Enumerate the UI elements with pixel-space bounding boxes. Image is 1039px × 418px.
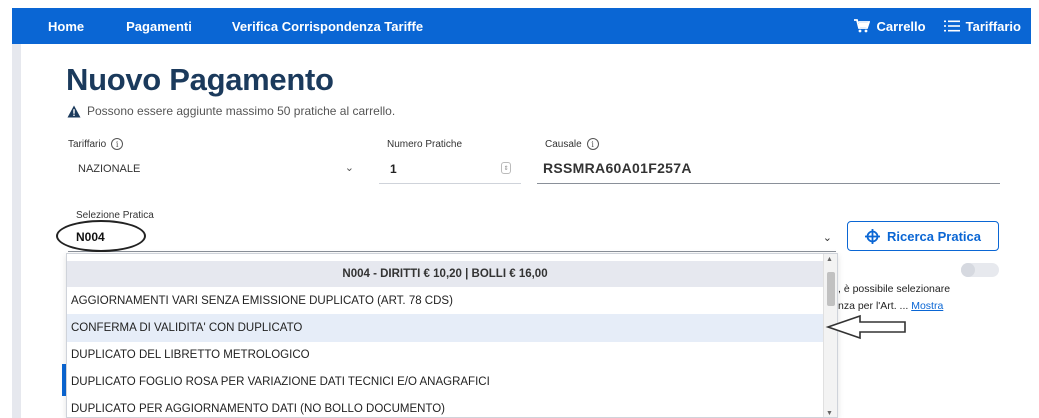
selezione-pratica-label-text: Selezione Pratica [76,210,154,221]
list-icon [943,20,960,32]
stepper-icon[interactable]: ⇕ [501,162,511,174]
warning-message: Possono essere aggiunte massimo 50 prati… [67,104,395,118]
chevron-down-icon: ⌄ [344,162,354,174]
selezione-pratica-label: Selezione Pratica [76,210,154,221]
left-rail [12,44,21,418]
right-info-text: nza per l'Art. ... [838,300,909,312]
nav-link-pagamenti[interactable]: Pagamenti [126,19,192,34]
dropdown-option[interactable]: DUPLICATO FOGLIO ROSA PER VARIAZIONE DAT… [67,368,823,396]
scroll-up-icon[interactable]: ▲ [826,256,833,263]
cart-label: Carrello [876,18,926,34]
cart-button[interactable]: Carrello [854,18,926,34]
top-navbar: Home Pagamenti Verifica Corrispondenza T… [12,8,1031,44]
numero-pratiche-label-text: Numero Pratiche [387,139,463,150]
causale-label-text: Causale [545,138,582,150]
dropdown-option-active[interactable]: CONFERMA DI VALIDITA' CON DUPLICATO [67,314,823,342]
mostra-link[interactable]: Mostra [911,300,943,312]
right-info-line-1: , è possibile selezionare [838,283,951,295]
nav-link-verifica-corrispondenza-tariffe[interactable]: Verifica Corrispondenza Tariffe [232,19,423,34]
info-icon[interactable]: i [111,138,124,150]
numero-pratiche-label: Numero Pratiche [387,139,462,150]
scroll-down-icon[interactable]: ▼ [826,410,833,417]
tariffario-select[interactable]: NAZIONALE ⌄ [68,152,356,184]
toggle-knob [961,263,975,277]
info-icon[interactable]: i [586,138,599,150]
causale-label: Causale i [545,138,599,150]
cart-icon [854,19,871,33]
highlight-ellipse-annotation [56,220,146,252]
page-title: Nuovo Pagamento [66,62,334,97]
dropdown-option[interactable]: AGGIORNAMENTI VARI SENZA EMISSIONE DUPLI… [67,287,823,315]
numero-pratiche-value: 1 [390,162,397,176]
causale-input[interactable]: RSSMRA60A01F257A [537,152,1000,184]
tariffario-value: NAZIONALE [78,163,141,175]
arrow-annotation [825,314,906,340]
warning-text: Possono essere aggiunte massimo 50 prati… [87,104,396,118]
numero-pratiche-input[interactable]: 1 ⇕ [379,152,521,184]
toggle-switch[interactable] [961,263,999,277]
dropdown-option[interactable]: DUPLICATO PER AGGIORNAMENTO DATI (NO BOL… [67,395,823,417]
scrollbar-thumb[interactable] [827,272,835,306]
dropdown-option[interactable]: DUPLICATO DEL LIBRETTO METROLOGICO [67,341,823,369]
tariffario-nav-label: Tariffario [965,18,1021,34]
nav-links: Home Pagamenti Verifica Corrispondenza T… [12,8,423,44]
tariffario-nav-button[interactable]: Tariffario [943,18,1021,34]
right-info-line-2: nza per l'Art. ... Mostra [838,300,943,312]
nav-link-home[interactable]: Home [48,19,84,34]
chevron-down-icon[interactable]: ⌄ [823,231,832,244]
warning-icon [67,105,81,117]
tariffario-label: Tariffario i [68,138,124,150]
crosshair-icon [865,228,881,244]
pratica-dropdown-list: N004 - DIRITTI € 10,20 | BOLLI € 16,00 A… [66,253,838,418]
nav-right: Carrello Tariffario [854,8,1021,44]
selezione-pratica-input[interactable]: N004 ⌄ [68,222,836,252]
ricerca-pratica-label: Ricerca Pratica [887,228,981,244]
tariffario-label-text: Tariffario [68,138,107,150]
causale-value: RSSMRA60A01F257A [543,160,692,176]
ricerca-pratica-button[interactable]: Ricerca Pratica [847,221,999,251]
dropdown-group-header: N004 - DIRITTI € 10,20 | BOLLI € 16,00 [67,261,823,287]
